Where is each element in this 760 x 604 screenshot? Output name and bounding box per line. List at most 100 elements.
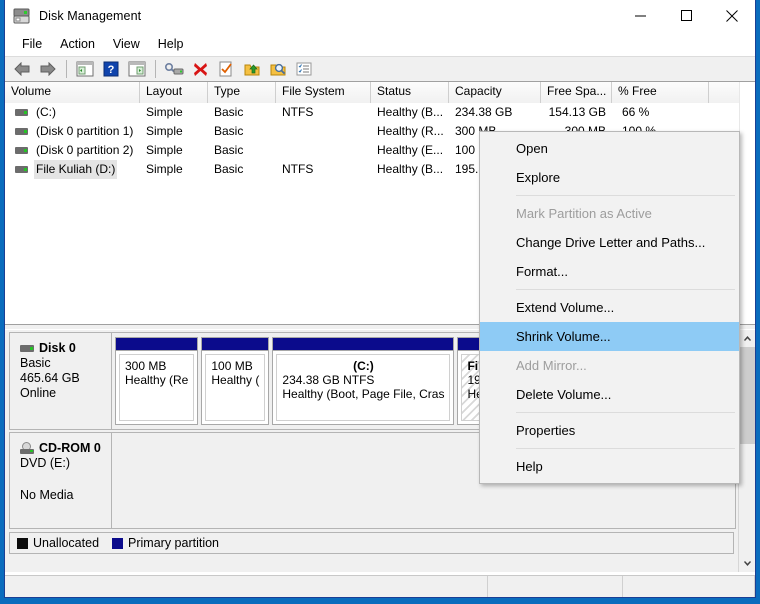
graphical-view-scrollbar[interactable] (738, 330, 755, 572)
partition-block[interactable]: 300 MB Healthy (Re (115, 337, 198, 425)
forward-arrow-icon[interactable] (36, 58, 60, 80)
context-menu-item-change-drive-letter-and-paths[interactable]: Change Drive Letter and Paths... (480, 228, 739, 257)
scroll-down-arrow-icon[interactable] (739, 555, 755, 572)
disk-drive-icon (13, 8, 31, 24)
legend-label-unallocated: Unallocated (33, 536, 99, 550)
maximize-button[interactable] (663, 0, 709, 31)
context-menu-item-explore[interactable]: Explore (480, 163, 739, 192)
cell-file-system: NTFS (276, 103, 371, 122)
scroll-up-arrow-icon[interactable] (739, 330, 755, 347)
disk-drive-icon (20, 345, 34, 352)
disk-label-cdrom0: CD-ROM 0 DVD (E:) No Media (10, 433, 112, 528)
cell-layout: Simple (140, 160, 208, 179)
export-list-icon[interactable] (240, 58, 264, 80)
cell-volume-label: (Disk 0 partition 1) (34, 122, 135, 141)
context-menu-item-add-mirror: Add Mirror... (480, 351, 739, 380)
partition-size: 300 MB (125, 359, 188, 373)
cell-status: Healthy (B... (371, 103, 449, 122)
cdrom-icon (20, 442, 35, 454)
column-header-file-system[interactable]: File System (276, 82, 371, 103)
context-menu-item-shrink-volume[interactable]: Shrink Volume... (480, 322, 739, 351)
volume-drive-icon (15, 166, 28, 173)
partition-status: Healthy ( (211, 373, 259, 387)
context-menu-item-open[interactable]: Open (480, 134, 739, 163)
partition-block[interactable]: 100 MB Healthy ( (201, 337, 269, 425)
properties-icon[interactable] (214, 58, 238, 80)
svg-text:?: ? (108, 64, 115, 76)
delete-icon[interactable] (188, 58, 212, 80)
column-header-percent-free[interactable]: % Free (612, 82, 709, 103)
volume-list-scrollbar[interactable] (739, 82, 755, 324)
cell-status: Healthy (B... (371, 160, 449, 179)
disk-management-window: Disk Management File Action View Help (4, 0, 756, 598)
table-row[interactable]: (C:) Simple Basic NTFS Healthy (B... 234… (5, 103, 755, 122)
partition-size: 100 MB (211, 359, 259, 373)
context-menu: Open Explore Mark Partition as Active Ch… (479, 131, 740, 484)
menu-file[interactable]: File (13, 34, 51, 54)
column-header-volume[interactable]: Volume (5, 82, 140, 103)
disk-size: 465.64 GB (20, 371, 111, 385)
column-header-status[interactable]: Status (371, 82, 449, 103)
show-hide-console-tree-icon[interactable] (73, 58, 97, 80)
cell-layout: Simple (140, 103, 208, 122)
cell-file-system (276, 122, 371, 141)
partition-info: 300 MB Healthy (Re (119, 354, 194, 421)
status-cell-3 (623, 576, 755, 597)
minimize-button[interactable] (617, 0, 663, 31)
disk-state: Online (20, 386, 111, 400)
partition-status: Healthy (Boot, Page File, Cras (282, 387, 444, 401)
toolbar-separator (66, 60, 67, 78)
column-header-layout[interactable]: Layout (140, 82, 208, 103)
partition-color-bar (202, 338, 268, 351)
legend-swatch-primary-partition (112, 538, 123, 549)
show-hide-action-pane-icon[interactable] (125, 58, 149, 80)
menu-help[interactable]: Help (149, 34, 193, 54)
title-bar: Disk Management (5, 0, 755, 32)
menu-view[interactable]: View (104, 34, 149, 54)
volume-drive-icon (15, 128, 28, 135)
context-menu-item-help[interactable]: Help (480, 452, 739, 481)
partition-size: 234.38 GB NTFS (282, 373, 444, 387)
help-icon[interactable]: ? (99, 58, 123, 80)
column-header-free-space[interactable]: Free Spa... (541, 82, 612, 103)
cell-type: Basic (208, 122, 276, 141)
partition-info: 100 MB Healthy ( (205, 354, 265, 421)
volume-drive-icon (15, 109, 28, 116)
close-button[interactable] (709, 0, 755, 31)
context-menu-item-format[interactable]: Format... (480, 257, 739, 286)
menu-action[interactable]: Action (51, 34, 104, 54)
cell-volume: (Disk 0 partition 1) (5, 122, 140, 141)
toolbar: ? (5, 56, 755, 82)
partition-block[interactable]: (C:) 234.38 GB NTFS Healthy (Boot, Page … (272, 337, 454, 425)
context-menu-separator (516, 448, 735, 449)
cell-capacity: 234.38 GB (449, 103, 541, 122)
cell-volume: (Disk 0 partition 2) (5, 141, 140, 160)
legend: Unallocated Primary partition (9, 532, 734, 554)
cell-layout: Simple (140, 141, 208, 160)
menu-bar: File Action View Help (5, 32, 755, 56)
context-menu-item-delete-volume[interactable]: Delete Volume... (480, 380, 739, 409)
disk-type: Basic (20, 356, 111, 370)
rescan-disks-icon[interactable] (162, 58, 186, 80)
cell-volume: File Kuliah (D:) (5, 160, 140, 179)
context-menu-item-properties[interactable]: Properties (480, 416, 739, 445)
back-arrow-icon[interactable] (10, 58, 34, 80)
context-menu-item-mark-partition-as-active: Mark Partition as Active (480, 199, 739, 228)
task-list-icon[interactable] (292, 58, 316, 80)
status-cell-2 (488, 576, 623, 597)
column-header-capacity[interactable]: Capacity (449, 82, 541, 103)
context-menu-item-extend-volume[interactable]: Extend Volume... (480, 293, 739, 322)
column-header-type[interactable]: Type (208, 82, 276, 103)
cell-status: Healthy (R... (371, 122, 449, 141)
cell-type: Basic (208, 103, 276, 122)
context-menu-separator (516, 195, 735, 196)
disk-label-disk0: Disk 0 Basic 465.64 GB Online (10, 333, 112, 429)
partition-color-bar (273, 338, 453, 351)
disk-name: Disk 0 (39, 341, 76, 355)
cell-type: Basic (208, 160, 276, 179)
cell-type: Basic (208, 141, 276, 160)
scrollbar-thumb[interactable] (739, 347, 755, 444)
cell-file-system: NTFS (276, 160, 371, 179)
volume-drive-icon (15, 147, 28, 154)
search-icon[interactable] (266, 58, 290, 80)
